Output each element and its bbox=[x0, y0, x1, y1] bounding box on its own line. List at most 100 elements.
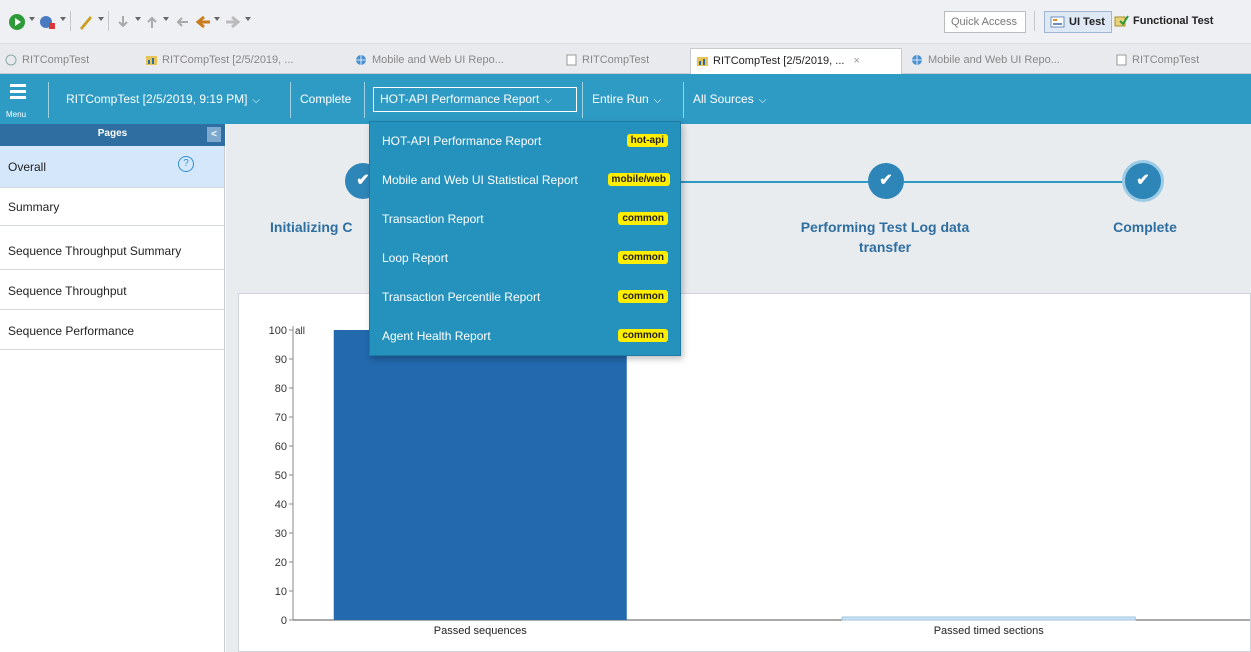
perspective-label: Functional Test bbox=[1133, 15, 1214, 27]
pages-sidebar: Pages < Overall ? Summary Sequence Throu… bbox=[0, 124, 225, 652]
perspective-ui-test[interactable]: UI Test bbox=[1044, 11, 1112, 33]
pages-header: Pages < bbox=[0, 124, 225, 146]
back-icon[interactable] bbox=[194, 13, 212, 31]
tab-ritcomptest-2[interactable]: RITCompTest bbox=[560, 48, 690, 74]
tab-label: RITCompTest bbox=[22, 54, 90, 66]
debug-icon[interactable] bbox=[38, 13, 56, 31]
menu-item-transaction-percentile-report[interactable]: Transaction Percentile Report common bbox=[370, 278, 680, 317]
range-selector[interactable]: Entire Run ⌵ bbox=[592, 92, 661, 106]
chevron-down-icon[interactable] bbox=[29, 17, 35, 21]
y-tick-label: 30 bbox=[275, 528, 287, 540]
chevron-down-icon: ⌵ bbox=[252, 95, 261, 106]
menu-item-mobile-web-report[interactable]: Mobile and Web UI Statistical Report mob… bbox=[370, 161, 680, 200]
chevron-down-icon[interactable] bbox=[214, 17, 220, 21]
y-tick-label: 40 bbox=[275, 499, 287, 511]
main-toolbar: Quick Access UI Test Functional Test bbox=[0, 0, 1251, 44]
hamburger-icon bbox=[10, 90, 26, 93]
nav-separator bbox=[290, 82, 291, 118]
bar bbox=[841, 616, 1136, 621]
tab-ritcomptest-run-active[interactable]: RITCompTest [2/5/2019, ... × bbox=[690, 48, 902, 74]
report-icon bbox=[697, 57, 708, 66]
tab-ritcomptest-3[interactable]: RITCompTest bbox=[1110, 48, 1240, 74]
next-annotation-icon[interactable] bbox=[114, 13, 132, 31]
check-icon: ✔ bbox=[879, 172, 893, 189]
tab-label: Mobile and Web UI Repo... bbox=[372, 54, 504, 66]
functional-test-icon bbox=[1114, 15, 1129, 27]
toolbar-separator bbox=[108, 11, 109, 31]
sidebar-item-label: Sequence Throughput bbox=[8, 284, 127, 298]
sidebar-item-overall[interactable]: Overall ? bbox=[0, 146, 224, 188]
perspective-functional-test[interactable]: Functional Test bbox=[1109, 11, 1219, 33]
tab-label: Mobile and Web UI Repo... bbox=[928, 54, 1060, 66]
tab-ritcomptest[interactable]: RITCompTest bbox=[0, 48, 140, 74]
run-selector[interactable]: RITCompTest [2/5/2019, 9:19 PM] ⌵ bbox=[66, 92, 260, 106]
sources-selector[interactable]: All Sources ⌵ bbox=[693, 92, 766, 106]
sources-label: All Sources bbox=[693, 92, 754, 106]
menu-item-loop-report[interactable]: Loop Report common bbox=[370, 239, 680, 278]
prev-annotation-icon[interactable] bbox=[143, 13, 161, 31]
schedule-icon bbox=[5, 54, 17, 66]
sidebar-item-summary[interactable]: Summary bbox=[0, 188, 224, 226]
report-type-badge: hot-api bbox=[626, 134, 668, 147]
nav-separator bbox=[48, 82, 49, 118]
last-edit-icon[interactable] bbox=[173, 13, 191, 31]
menu-item-transaction-report[interactable]: Transaction Report common bbox=[370, 200, 680, 239]
run-icon[interactable] bbox=[8, 13, 26, 31]
report-navbar: Menu RITCompTest [2/5/2019, 9:19 PM] ⌵ Co… bbox=[0, 74, 1251, 124]
y-tick-label: 20 bbox=[275, 557, 287, 569]
menu-item-label: Loop Report bbox=[382, 251, 449, 265]
globe-icon bbox=[912, 55, 922, 65]
menu-button[interactable]: Menu bbox=[6, 80, 42, 120]
help-icon[interactable]: ? bbox=[178, 156, 194, 172]
editor-tabs: RITCompTest RITCompTest [2/5/2019, ... M… bbox=[0, 44, 1251, 74]
sidebar-item-sequence-throughput[interactable]: Sequence Throughput bbox=[0, 272, 224, 310]
collapse-sidebar-button[interactable]: < bbox=[207, 127, 221, 142]
forward-icon[interactable] bbox=[224, 13, 242, 31]
report-type-badge: common bbox=[618, 290, 668, 303]
chevron-down-icon[interactable] bbox=[245, 17, 251, 21]
chevron-down-icon[interactable] bbox=[98, 17, 104, 21]
corner-label: all bbox=[295, 326, 305, 337]
range-label: Entire Run bbox=[592, 92, 649, 106]
nav-separator bbox=[683, 82, 684, 118]
step-circle-complete: ✔ bbox=[1122, 160, 1164, 202]
run-label: RITCompTest [2/5/2019, 9:19 PM] bbox=[66, 92, 248, 106]
status-label: Complete bbox=[300, 92, 352, 106]
x-tick-label: Passed sequences bbox=[434, 625, 527, 637]
step-label-complete: Complete bbox=[1113, 219, 1177, 235]
bar bbox=[333, 330, 627, 620]
tab-mobile-web-report[interactable]: Mobile and Web UI Repo... bbox=[350, 48, 550, 74]
check-icon: ✔ bbox=[1136, 172, 1150, 189]
tab-label: RITCompTest bbox=[1132, 54, 1200, 66]
chevron-down-icon[interactable] bbox=[163, 17, 169, 21]
chevron-down-icon[interactable] bbox=[135, 17, 141, 21]
y-tick-label: 80 bbox=[275, 383, 287, 395]
tab-mobile-web-report-2[interactable]: Mobile and Web UI Repo... bbox=[906, 48, 1106, 74]
check-icon: ✔ bbox=[356, 172, 370, 189]
y-tick-label: 90 bbox=[275, 354, 287, 366]
sidebar-item-sequence-throughput-summary[interactable]: Sequence Throughput Summary bbox=[0, 232, 224, 270]
report-type-badge: common bbox=[618, 251, 668, 264]
tab-label: RITCompTest [2/5/2019, ... bbox=[162, 54, 294, 66]
globe-icon bbox=[356, 55, 366, 65]
y-tick-label: 50 bbox=[275, 470, 287, 482]
pencil-icon[interactable] bbox=[77, 13, 95, 31]
close-icon[interactable]: × bbox=[854, 55, 860, 67]
step-circle-transfer: ✔ bbox=[868, 163, 904, 199]
report-label: HOT-API Performance Report bbox=[380, 92, 540, 106]
tab-label: RITCompTest [2/5/2019, ... bbox=[713, 55, 845, 67]
quick-access-field[interactable]: Quick Access bbox=[944, 11, 1026, 33]
progress-line bbox=[904, 181, 1124, 183]
menu-item-agent-health-report[interactable]: Agent Health Report common bbox=[370, 317, 680, 356]
step-label-transfer: Performing Test Log data transfer bbox=[800, 219, 970, 255]
report-selector[interactable]: HOT-API Performance Report ⌵ bbox=[380, 92, 552, 106]
toolbar-separator bbox=[1034, 11, 1035, 31]
report-type-badge: common bbox=[618, 212, 668, 225]
perspective-label: UI Test bbox=[1069, 16, 1105, 28]
chevron-down-icon[interactable] bbox=[60, 17, 66, 21]
nav-separator bbox=[364, 82, 365, 118]
sidebar-item-sequence-performance[interactable]: Sequence Performance bbox=[0, 312, 224, 350]
menu-item-hot-api-report[interactable]: HOT-API Performance Report hot-api bbox=[370, 122, 680, 161]
chevron-down-icon: ⌵ bbox=[544, 95, 552, 106]
tab-ritcomptest-run[interactable]: RITCompTest [2/5/2019, ... bbox=[140, 48, 345, 74]
